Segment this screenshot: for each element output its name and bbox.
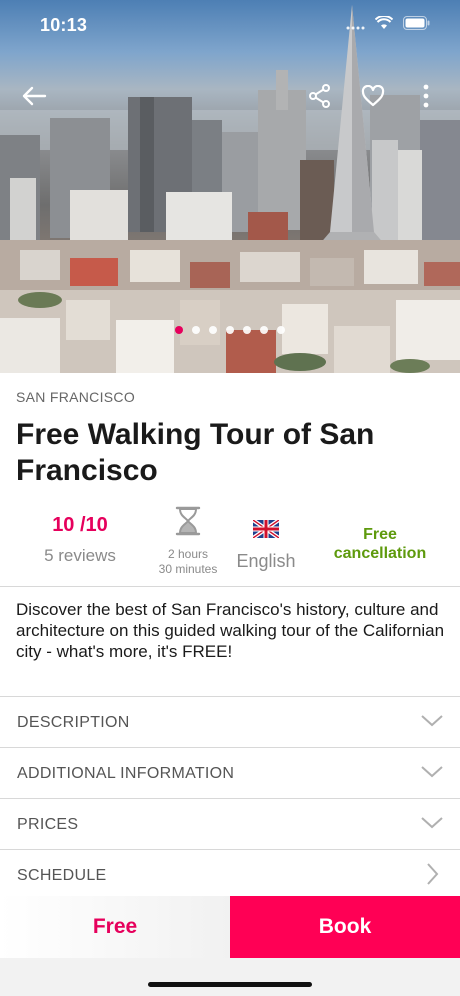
city-label: SAN FRANCISCO (16, 389, 136, 405)
free-cancellation-badge: Free cancellation (318, 506, 442, 563)
carousel-dot[interactable] (260, 326, 268, 334)
more-button[interactable] (408, 78, 444, 114)
status-bar: 10:13 (0, 0, 460, 50)
language-block: English (228, 506, 304, 572)
status-time: 10:13 (40, 15, 88, 35)
carousel-dot[interactable] (192, 326, 200, 334)
tour-summary: Discover the best of San Francisco's his… (16, 600, 445, 661)
section-label: PRICES (17, 816, 79, 833)
hourglass-icon (175, 506, 201, 536)
section-label: SCHEDULE (17, 867, 107, 884)
battery-icon (403, 16, 430, 35)
city-skyline-image (0, 5, 460, 373)
divider (0, 586, 460, 587)
heart-icon (361, 85, 385, 107)
section-label: ADDITIONAL INFORMATION (17, 765, 235, 782)
cancellation-label: Free cancellation (333, 526, 427, 562)
uk-flag-icon (251, 518, 281, 540)
rating-score: 10 /10 (52, 514, 108, 536)
tour-stats: 10 /10 5 reviews 2 hours 30 minutes Engli… (0, 506, 460, 586)
carousel-dot[interactable] (209, 326, 217, 334)
section-prices[interactable]: PRICES (0, 799, 460, 850)
section-description[interactable]: DESCRIPTION (0, 697, 460, 748)
duration-block: 2 hours 30 minutes (146, 506, 230, 577)
duration-minutes: 30 minutes (158, 562, 218, 576)
back-button[interactable] (16, 78, 52, 114)
share-button[interactable] (302, 78, 338, 114)
chevron-right-icon (427, 863, 439, 885)
section-schedule[interactable]: SCHEDULE (0, 850, 460, 901)
signal-icon (345, 16, 365, 35)
home-indicator-area (0, 958, 460, 996)
home-indicator[interactable] (148, 982, 312, 987)
carousel-dot[interactable] (277, 326, 285, 334)
wifi-icon (374, 15, 394, 35)
language-label: English (236, 551, 296, 571)
duration-hours: 2 hours (167, 547, 209, 561)
hero-nav (0, 78, 460, 114)
carousel-dot[interactable] (226, 326, 234, 334)
book-button[interactable]: Book (230, 896, 460, 958)
hero-image[interactable]: 10:13 (0, 0, 460, 373)
carousel-dot[interactable] (243, 326, 251, 334)
share-icon (309, 84, 330, 108)
carousel-dot[interactable] (175, 326, 183, 334)
carousel-indicator[interactable] (0, 326, 460, 334)
chevron-down-icon (421, 817, 443, 829)
section-label: DESCRIPTION (17, 714, 130, 731)
page-title: Free Walking Tour of San Francisco (16, 418, 375, 487)
favorite-button[interactable] (355, 78, 391, 114)
back-arrow-icon (22, 86, 47, 106)
booking-bar: Free Book (0, 896, 460, 958)
rating-block[interactable]: 10 /10 5 reviews (16, 506, 144, 566)
chevron-down-icon (421, 766, 443, 778)
chevron-down-icon (421, 715, 443, 727)
price-button[interactable]: Free (0, 896, 230, 958)
more-vertical-icon (423, 84, 429, 108)
reviews-count: 5 reviews (44, 546, 116, 565)
section-additional-information[interactable]: ADDITIONAL INFORMATION (0, 748, 460, 799)
